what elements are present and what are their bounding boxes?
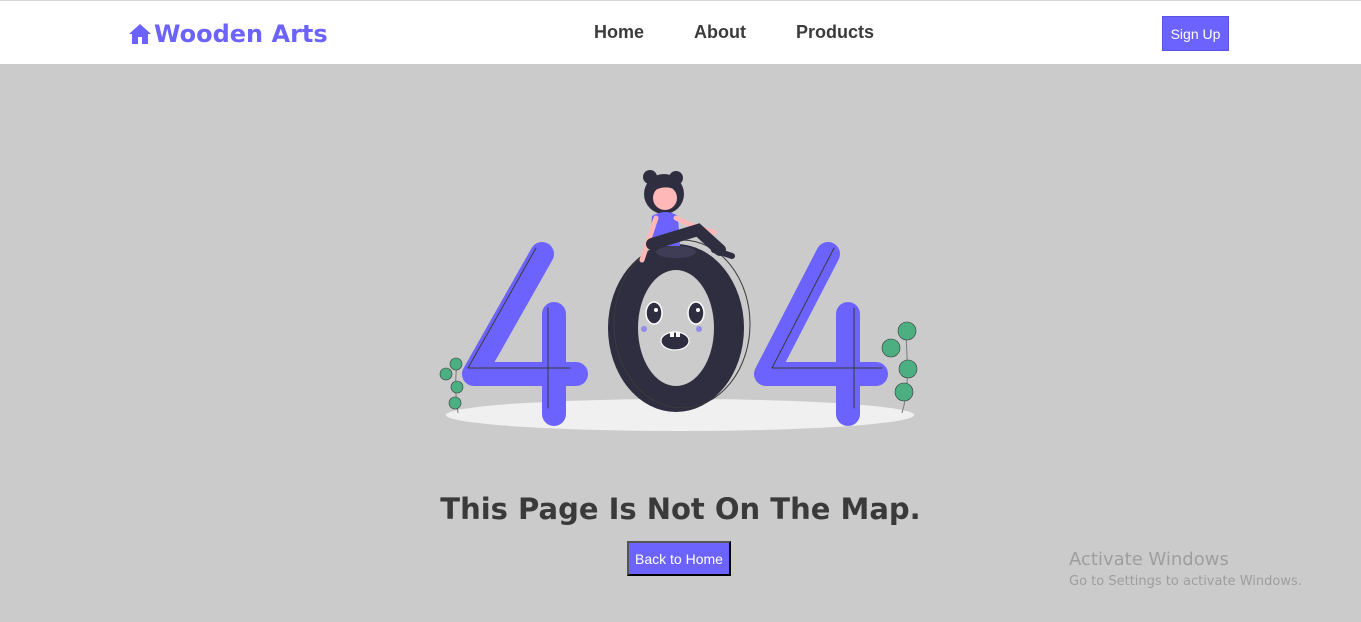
back-to-home-button[interactable]: Back to Home — [627, 541, 731, 576]
brand-logo[interactable]: Wooden Arts — [128, 18, 328, 50]
watermark-subtitle: Go to Settings to activate Windows. — [1069, 574, 1302, 589]
digit-four-right — [754, 242, 888, 426]
nav-link-about[interactable]: About — [694, 21, 746, 43]
digit-zero — [608, 239, 751, 412]
navbar: Wooden Arts Home About Products Sign Up — [0, 0, 1361, 64]
sign-up-button[interactable]: Sign Up — [1162, 16, 1229, 51]
nav-link-products[interactable]: Products — [796, 21, 874, 43]
activate-windows-watermark: Activate Windows Go to Settings to activ… — [1069, 549, 1302, 593]
right-plant-icon — [881, 321, 918, 414]
page-heading: This Page Is Not On The Map. — [440, 492, 921, 526]
nav-link-home[interactable]: Home — [594, 21, 644, 43]
nav-links: Home About Products — [594, 21, 924, 43]
digit-four-left — [462, 242, 588, 426]
404-illustration — [439, 170, 918, 431]
left-plant-icon — [439, 357, 464, 414]
watermark-title: Activate Windows — [1069, 549, 1229, 570]
home-icon — [129, 24, 151, 44]
brand-name: Wooden Arts — [154, 20, 328, 48]
